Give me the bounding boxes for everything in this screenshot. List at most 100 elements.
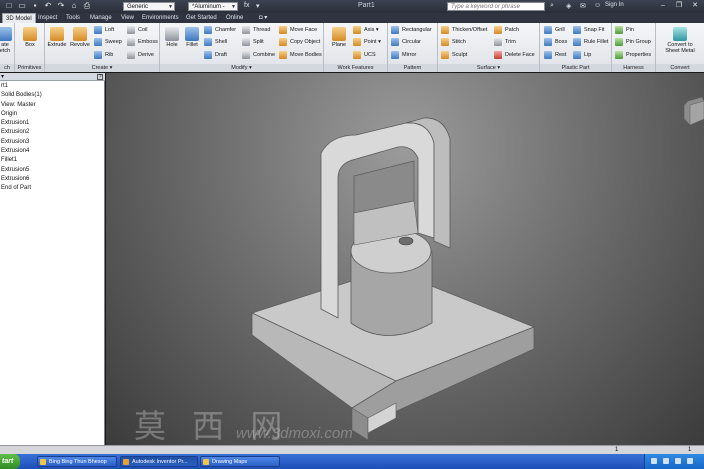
tab-inspect[interactable]: Inspect	[35, 13, 60, 23]
browser-node[interactable]: Extrusion4	[1, 147, 42, 156]
browser-node[interactable]: Extrusion6	[1, 175, 42, 184]
tab-tools[interactable]: Tools	[63, 13, 83, 23]
shell-button[interactable]: Shell	[204, 37, 227, 47]
browser-menu-icon[interactable]: ▾	[1, 73, 4, 81]
rib-button[interactable]: Rib	[94, 50, 113, 60]
subscription-icon[interactable]: ◈	[566, 2, 571, 10]
communication-icon[interactable]: ✉	[580, 2, 586, 10]
tab-3d-model[interactable]: 3D Model	[2, 13, 36, 23]
undo-icon[interactable]: ↶	[43, 1, 53, 11]
fillet-button[interactable]: Fillet	[181, 25, 203, 48]
browser-node[interactable]: Extrusion5	[1, 166, 42, 175]
tab-environments[interactable]: Environments	[139, 13, 182, 23]
loft-button[interactable]: Loft	[94, 25, 114, 35]
material-combo[interactable]: *Aluminum - ▼	[188, 2, 238, 11]
draft-button[interactable]: Draft	[204, 50, 227, 60]
dropdown-icon[interactable]: ▾	[256, 2, 260, 10]
minimize-icon[interactable]: –	[656, 1, 670, 11]
tray-icon[interactable]	[663, 458, 669, 464]
extrude-button[interactable]: Extrude	[46, 25, 68, 48]
point-button[interactable]: Point ▾	[353, 37, 381, 47]
hole-button[interactable]: Hole	[161, 25, 183, 48]
taskbar-item[interactable]: Bing Bing Thun Bhesop	[37, 456, 117, 467]
pin-group-button[interactable]: Pin Group	[615, 37, 651, 47]
panel-create-label[interactable]: Create ▾	[45, 64, 159, 72]
browser-node[interactable]: Extrusion3	[1, 138, 42, 147]
tray-icon[interactable]	[687, 458, 693, 464]
browser-node[interactable]: Solid Bodies(1)	[1, 91, 42, 100]
help-search-input[interactable]: Type a keyword or phrase	[447, 2, 545, 11]
restore-icon[interactable]: ❐	[672, 1, 686, 11]
graphics-viewport[interactable]: 莫 西 网 www.3dmoxi.com	[106, 73, 704, 454]
convert-sheet-metal-button[interactable]: Convert to Sheet Metal	[657, 25, 703, 54]
thicken-offset-button[interactable]: Thicken/Offset	[441, 25, 487, 35]
properties-button[interactable]: Properties	[615, 50, 651, 60]
parameters-icon[interactable]: fx	[244, 2, 249, 9]
rectangular-button[interactable]: Rectangular	[391, 25, 432, 35]
start-button[interactable]: tart	[0, 454, 20, 469]
snap-fit-button[interactable]: Snap Fit	[573, 25, 604, 35]
split-button[interactable]: Split	[242, 37, 264, 47]
appearance-combo[interactable]: Generic ▼	[123, 2, 175, 11]
sculpt-button[interactable]: Sculpt	[441, 50, 467, 60]
ribbon-options-icon[interactable]: ◘ ▾	[256, 13, 270, 23]
trim-button[interactable]: Trim	[494, 37, 516, 47]
patch-button[interactable]: Patch	[494, 25, 519, 35]
delete-face-button[interactable]: Delete Face	[494, 50, 535, 60]
print-icon[interactable]: ⎙	[82, 1, 92, 11]
grill-button[interactable]: Grill	[544, 25, 565, 35]
browser-node[interactable]: rt1	[1, 82, 42, 91]
circular-button[interactable]: Circular	[391, 37, 421, 47]
panel-modify-label[interactable]: Modify ▾	[160, 64, 323, 72]
part-model[interactable]	[106, 73, 704, 454]
emboss-button[interactable]: Emboss	[127, 37, 158, 47]
taskbar-item[interactable]: Drawing Maps	[200, 456, 280, 467]
browser-node[interactable]: Extrusion1	[1, 119, 42, 128]
copy-object-button[interactable]: Copy Object	[279, 37, 320, 47]
save-icon[interactable]: ▪	[30, 1, 40, 11]
pin-button[interactable]: Pin	[615, 25, 634, 35]
ucs-button[interactable]: UCS	[353, 50, 376, 60]
browser-node[interactable]: End of Part	[1, 184, 42, 193]
user-icon[interactable]: ☺	[594, 2, 601, 9]
create-sketch-button[interactable]: ate etch	[0, 25, 16, 54]
coil-button[interactable]: Coil	[127, 25, 147, 35]
move-bodies-button[interactable]: Move Bodies	[279, 50, 322, 60]
tab-manage[interactable]: Manage	[87, 13, 115, 23]
browser-node[interactable]: Fillet1	[1, 156, 42, 165]
move-face-button[interactable]: Move Face	[279, 25, 317, 35]
browser-node[interactable]: Origin	[1, 110, 42, 119]
panel-surface-label[interactable]: Surface ▾	[438, 64, 539, 72]
home-icon[interactable]: ⌂	[69, 1, 79, 11]
lip-button[interactable]: Lip	[573, 50, 591, 60]
boss-button[interactable]: Boss	[544, 37, 567, 47]
box-button[interactable]: Box	[19, 25, 41, 48]
taskbar-item[interactable]: Autodesk Inventor Pr...	[120, 456, 198, 467]
browser-node[interactable]: Extrusion2	[1, 128, 42, 137]
new-icon[interactable]: □	[4, 1, 14, 11]
binoculars-icon[interactable]: ⌕	[550, 2, 554, 10]
browser-node[interactable]: View: Master	[1, 101, 42, 110]
close-icon[interactable]: ✕	[688, 1, 702, 11]
tab-get-started[interactable]: Get Started	[183, 13, 220, 23]
viewcube-icon[interactable]	[684, 97, 704, 127]
tab-online[interactable]: Online	[223, 13, 246, 23]
sign-in-button[interactable]: Sign In	[605, 2, 624, 8]
redo-icon[interactable]: ↷	[56, 1, 66, 11]
mirror-button[interactable]: Mirror	[391, 50, 416, 60]
revolve-button[interactable]: Revolve	[69, 25, 91, 48]
derive-button[interactable]: Derive	[127, 50, 154, 60]
sweep-button[interactable]: Sweep	[94, 37, 122, 47]
rule-fillet-button[interactable]: Rule Fillet	[573, 37, 608, 47]
tab-view[interactable]: View	[118, 13, 137, 23]
thread-button[interactable]: Thread	[242, 25, 270, 35]
tray-icon[interactable]	[651, 458, 657, 464]
chamfer-button[interactable]: Chamfer	[204, 25, 236, 35]
combine-button[interactable]: Combine	[242, 50, 275, 60]
help-icon[interactable]: ?	[97, 74, 103, 80]
open-icon[interactable]: ▭	[17, 1, 27, 11]
tray-icon[interactable]	[675, 458, 681, 464]
plane-button[interactable]: Plane	[328, 25, 350, 48]
axis-button[interactable]: Axis ▾	[353, 25, 379, 35]
stitch-button[interactable]: Stitch	[441, 37, 466, 47]
